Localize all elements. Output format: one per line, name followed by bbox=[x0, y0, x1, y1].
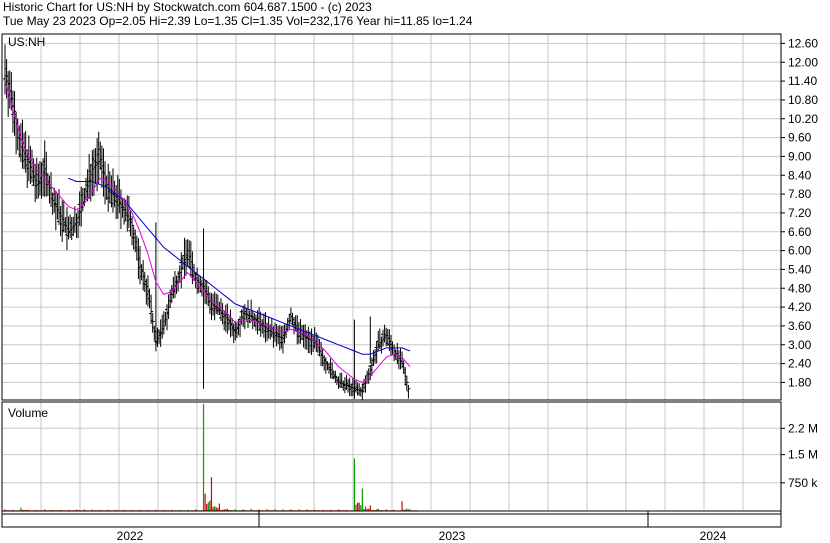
price-axis: 12.60 12.00 11.40 10.80 10.20 9.60 9.00 8.40 7.8… bbox=[781, 36, 818, 389]
volume-grid bbox=[2, 402, 781, 511]
volume-tick-label: 1.5 M bbox=[788, 448, 818, 462]
price-tick-label: 6.60 bbox=[788, 225, 812, 239]
price-tick-label: 3.60 bbox=[788, 319, 812, 333]
price-tick-label: 10.80 bbox=[788, 93, 818, 107]
price-tick-label: 4.20 bbox=[788, 300, 812, 314]
price-tick-label: 4.80 bbox=[788, 281, 812, 295]
price-tick-label: 12.60 bbox=[788, 36, 818, 50]
price-tick-label: 3.00 bbox=[788, 338, 812, 352]
price-tick-label: 9.60 bbox=[788, 131, 812, 145]
year-axis-frame bbox=[1, 510, 782, 528]
price-tick-label: 6.00 bbox=[788, 244, 812, 258]
year-label: 2024 bbox=[700, 529, 727, 543]
year-label: 2022 bbox=[117, 529, 144, 543]
price-tick-label: 5.40 bbox=[788, 262, 812, 276]
price-tick-label: 12.00 bbox=[788, 55, 818, 69]
price-tick-label: 9.00 bbox=[788, 149, 812, 163]
volume-tick-label: 750 k bbox=[788, 476, 818, 490]
symbol-label: US:NH bbox=[8, 35, 45, 49]
volume-axis: 2.2 M 1.5 M 750 k bbox=[781, 421, 818, 490]
volume-tick-label: 2.2 M bbox=[788, 421, 818, 435]
stock-chart: 12.60 12.00 11.40 10.80 10.20 9.60 9.00 8.40 7.8… bbox=[1, 33, 818, 543]
price-tick-label: 7.80 bbox=[788, 187, 812, 201]
volume-label: Volume bbox=[8, 406, 48, 420]
volume-bars bbox=[4, 403, 417, 511]
price-tick-label: 1.80 bbox=[788, 375, 812, 389]
price-tick-label: 11.40 bbox=[788, 74, 817, 88]
price-tick-label: 8.40 bbox=[788, 168, 812, 182]
price-bars bbox=[3, 44, 411, 401]
price-tick-label: 10.20 bbox=[788, 112, 818, 126]
price-tick-label: 7.20 bbox=[788, 206, 812, 220]
price-tick-label: 2.40 bbox=[788, 357, 812, 371]
year-label: 2023 bbox=[439, 529, 466, 543]
